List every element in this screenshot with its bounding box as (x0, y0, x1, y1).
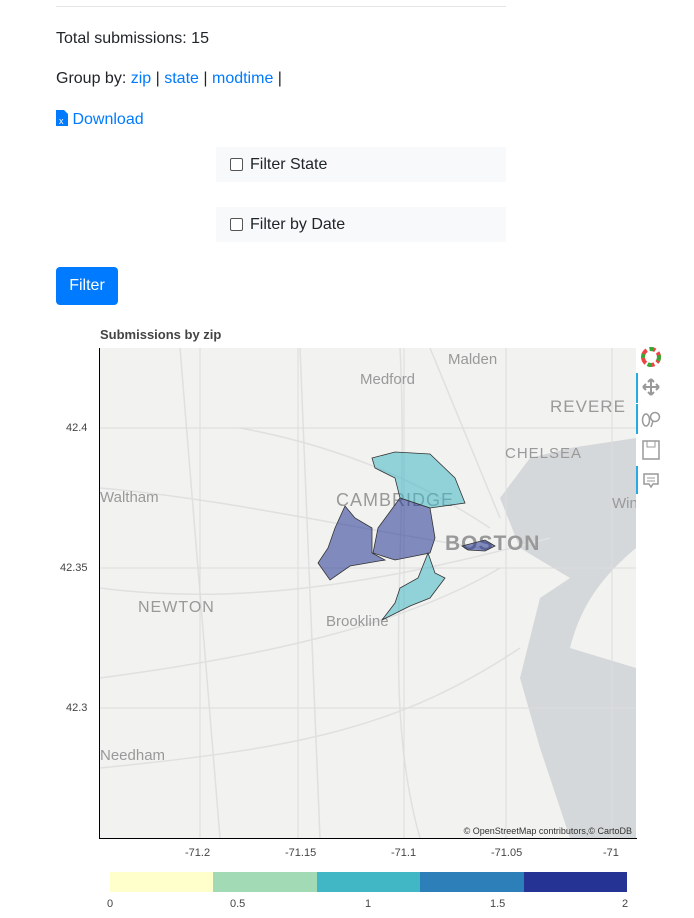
download-link[interactable]: x Download (56, 110, 144, 129)
colorbar (110, 872, 628, 892)
label-boston: BOSTON (445, 532, 540, 555)
pan-icon[interactable] (640, 378, 662, 396)
download-label[interactable]: Download (72, 111, 143, 128)
x-axis (99, 838, 637, 839)
y-tick: 42.4 (66, 422, 88, 434)
colorbar-tick: 0 (107, 898, 114, 910)
save-icon[interactable] (640, 440, 662, 460)
divider (56, 6, 506, 7)
y-tick: 42.3 (66, 702, 88, 714)
checkbox[interactable] (230, 218, 243, 231)
x-tick: -71.15 (285, 847, 317, 859)
colorbar-swatch (213, 872, 317, 892)
wheel-zoom-icon[interactable] (640, 410, 662, 428)
x-tick: -71.2 (185, 847, 211, 859)
label-winthrop: Win (612, 495, 636, 512)
sep: | (277, 70, 282, 87)
filter-state-toggle[interactable]: Filter State (216, 147, 506, 182)
label-revere: REVERE (550, 397, 626, 416)
colorbar-swatch (316, 872, 421, 892)
colorbar-tick: 2 (622, 898, 629, 910)
label-chelsea: CHELSEA (505, 445, 582, 462)
group-state-link[interactable]: state (164, 70, 199, 87)
active-indicator (636, 373, 638, 403)
label-malden: Malden (448, 351, 497, 368)
label-needham: Needham (100, 747, 165, 764)
filter-state-label: Filter State (250, 155, 328, 173)
active-indicator (636, 466, 638, 494)
x-tick: -71.1 (391, 847, 417, 859)
label-medford: Medford (360, 371, 415, 388)
filter-button[interactable]: Filter (56, 267, 118, 305)
group-zip-link[interactable]: zip (131, 70, 151, 87)
y-tick: 42.35 (60, 562, 88, 574)
hover-icon[interactable] (640, 472, 662, 490)
attribution: © OpenStreetMap contributors,© CartoDB (464, 826, 632, 836)
checkbox[interactable] (230, 158, 243, 171)
label-newton: NEWTON (138, 599, 215, 616)
colorbar-tick: 1 (365, 898, 372, 910)
group-modtime-link[interactable]: modtime (212, 70, 273, 87)
group-by: Group by: zip | state | modtime | (56, 70, 282, 88)
colorbar-tick: 0.5 (230, 898, 246, 910)
excel-file-icon: x (56, 110, 68, 126)
colorbar-swatch (523, 872, 628, 892)
active-indicator (636, 404, 638, 434)
plot-title: Submissions by zip (100, 327, 222, 342)
x-tick: -71.05 (491, 847, 523, 859)
label-brookline: Brookline (326, 613, 389, 630)
map-plot[interactable]: Malden Medford REVERE CHELSEA CAMBRIDGE … (100, 348, 636, 838)
colorbar-swatch (110, 872, 214, 892)
filter-date-toggle[interactable]: Filter by Date (216, 207, 506, 242)
svg-text:x: x (59, 116, 64, 126)
total-submissions: Total submissions: 15 (56, 30, 209, 47)
filter-date-label: Filter by Date (250, 215, 346, 233)
y-axis (99, 348, 100, 839)
bokeh-logo-icon[interactable] (640, 347, 662, 367)
sep: | (155, 70, 160, 87)
x-tick: -71 (603, 847, 619, 859)
sep: | (203, 70, 208, 87)
colorbar-tick: 1.5 (490, 898, 506, 910)
group-by-label: Group by: (56, 70, 127, 87)
label-waltham: Waltham (100, 489, 159, 506)
colorbar-swatch (420, 872, 524, 892)
